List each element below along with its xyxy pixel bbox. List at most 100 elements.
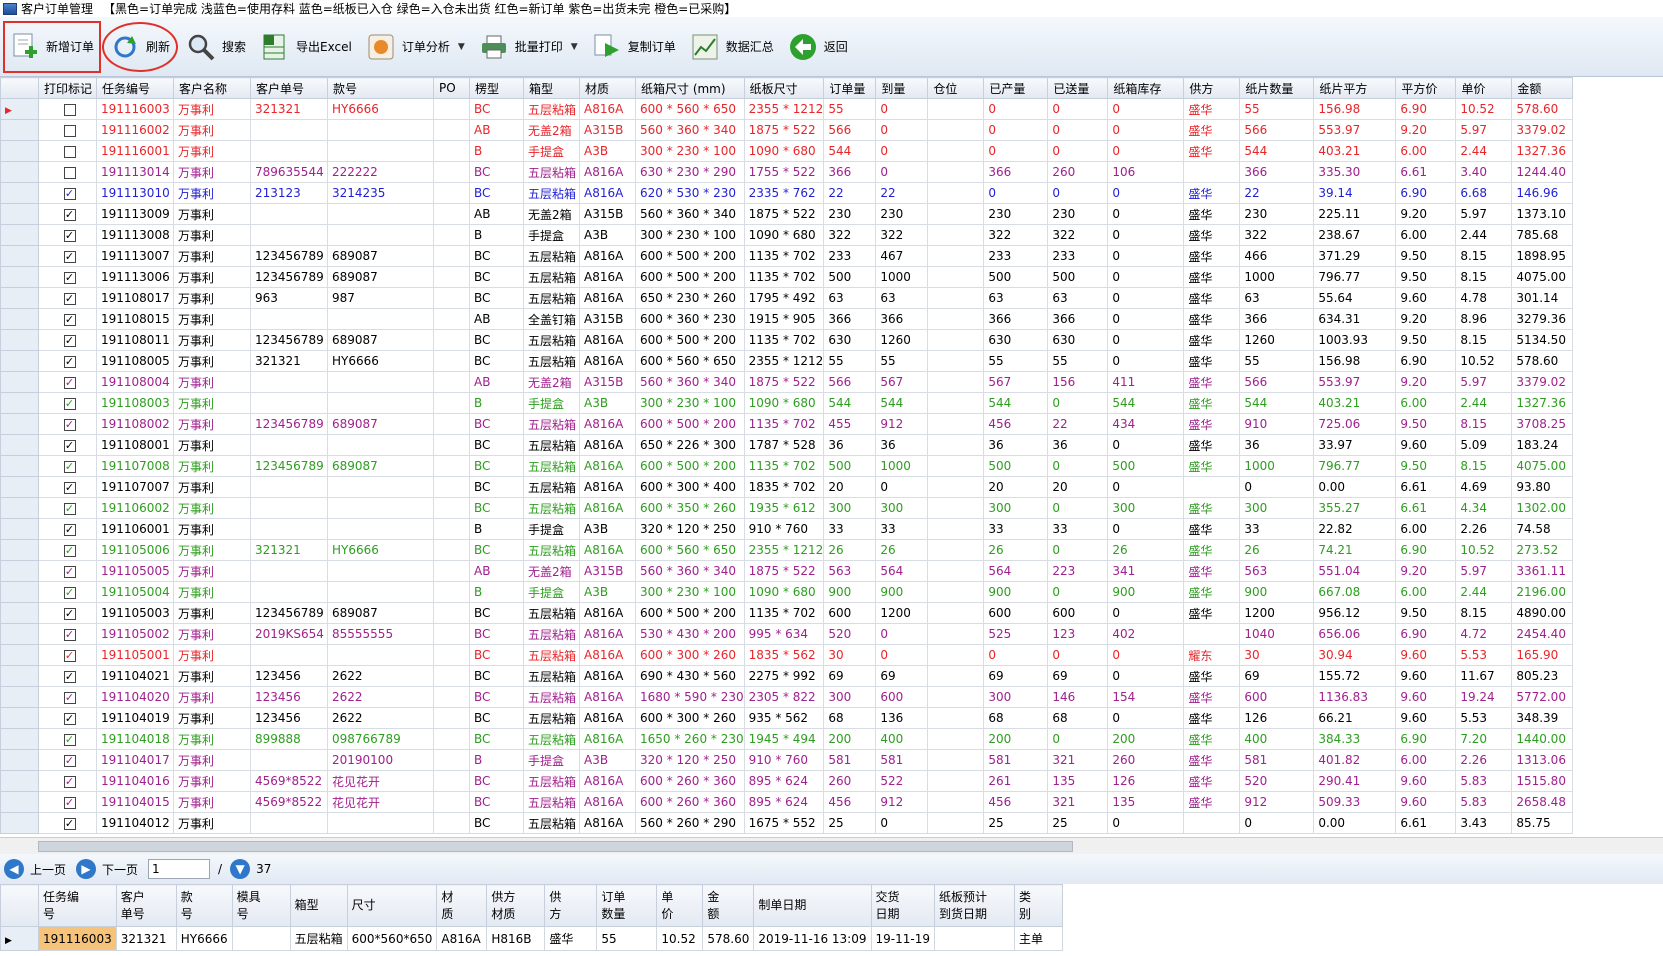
table-row[interactable]: ✓ 191107008 万事利 123456789 689087 BC 五层粘箱 A816A 6…: [0, 455, 1574, 477]
row-header[interactable]: [0, 350, 39, 372]
row-header[interactable]: [0, 497, 39, 519]
column-header[interactable]: 楞型: [469, 77, 524, 99]
column-header[interactable]: 客户名称: [173, 77, 251, 99]
order-analysis-button[interactable]: 订单分析 ▼: [360, 22, 471, 72]
new-order-button[interactable]: 新增订单: [2, 20, 102, 73]
table-row[interactable]: ✓ 191104021 万事利 123456 2622 BC 五层粘箱 A816A 690 * …: [0, 665, 1574, 687]
checked-checkbox[interactable]: ✓: [63, 796, 76, 809]
page-number-input[interactable]: [148, 859, 211, 879]
checked-checkbox[interactable]: ✓: [63, 481, 76, 494]
detail-column-header[interactable]: 制单日期: [753, 884, 872, 927]
row-header[interactable]: [0, 413, 39, 435]
detail-column-header[interactable]: 供方 材质: [486, 884, 546, 927]
unchecked-checkbox[interactable]: [63, 166, 76, 179]
row-header[interactable]: [0, 224, 39, 246]
checked-checkbox[interactable]: ✓: [63, 397, 76, 410]
checked-checkbox[interactable]: ✓: [63, 691, 76, 704]
row-header[interactable]: [0, 560, 39, 582]
table-row[interactable]: ✓ 191106002 万事利 BC 五层粘箱 A816A 600 * 350 * 260 1…: [0, 497, 1574, 519]
table-row[interactable]: ✓ 191113010 万事利 213123 3214235 BC 五层粘箱 A816A 620…: [0, 182, 1574, 204]
table-row[interactable]: ✓ 191105002 万事利 2019KS654 85555555 BC 五层粘箱 A816…: [0, 623, 1574, 645]
refresh-button[interactable]: 刷新: [102, 21, 179, 72]
checked-checkbox[interactable]: ✓: [63, 649, 76, 662]
table-row[interactable]: ▶ 191116003 万事利 321321 HY6666 BC 五层粘箱 A816A 600 …: [0, 98, 1574, 120]
row-header[interactable]: ▶: [0, 926, 39, 951]
row-header[interactable]: [0, 518, 39, 540]
row-header[interactable]: [0, 434, 39, 456]
detail-row[interactable]: ▶ 191116003 321321 HY6666 五层粘箱 600*560*650 A81…: [0, 926, 1063, 951]
row-header[interactable]: [0, 749, 39, 771]
row-header[interactable]: [0, 476, 39, 498]
column-header[interactable]: 箱型: [523, 77, 580, 99]
copy-order-button[interactable]: 复制订单: [586, 22, 682, 72]
scrollbar-thumb[interactable]: [38, 841, 1073, 852]
row-header[interactable]: [0, 161, 39, 183]
column-header[interactable]: PO: [433, 77, 470, 99]
row-header[interactable]: [0, 539, 39, 561]
table-row[interactable]: ✓ 191108011 万事利 123456789 689087 BC 五层粘箱 A816A 6…: [0, 329, 1574, 351]
checked-checkbox[interactable]: ✓: [63, 439, 76, 452]
detail-column-header[interactable]: 类别: [1013, 884, 1063, 927]
checked-checkbox[interactable]: ✓: [63, 712, 76, 725]
checked-checkbox[interactable]: ✓: [63, 229, 76, 242]
checked-checkbox[interactable]: ✓: [63, 775, 76, 788]
checked-checkbox[interactable]: ✓: [63, 523, 76, 536]
prev-page-button[interactable]: ◀ 上一页: [4, 859, 66, 879]
table-row[interactable]: ✓ 191108005 万事利 321321 HY6666 BC 五层粘箱 A816A 600 …: [0, 350, 1574, 372]
column-header[interactable]: 订单量: [823, 77, 877, 99]
detail-column-header[interactable]: 交货 日期: [870, 884, 935, 927]
detail-column-header[interactable]: 客户 单号: [115, 884, 177, 927]
column-header[interactable]: 金额: [1511, 77, 1574, 99]
batch-print-button[interactable]: 批量打印 ▼: [473, 22, 584, 72]
row-header[interactable]: [0, 308, 39, 330]
checked-checkbox[interactable]: ✓: [63, 355, 76, 368]
row-header[interactable]: [0, 707, 39, 729]
horizontal-scrollbar[interactable]: [0, 837, 1663, 854]
checked-checkbox[interactable]: ✓: [63, 670, 76, 683]
checked-checkbox[interactable]: ✓: [63, 334, 76, 347]
column-header[interactable]: 已送量: [1047, 77, 1109, 99]
detail-column-header[interactable]: 模具号: [231, 884, 291, 927]
row-header[interactable]: [0, 770, 39, 792]
detail-column-header[interactable]: 单价: [656, 884, 704, 927]
checked-checkbox[interactable]: ✓: [63, 502, 76, 515]
row-header[interactable]: [0, 686, 39, 708]
search-button[interactable]: 搜索: [180, 22, 252, 72]
row-header[interactable]: [0, 203, 39, 225]
checked-checkbox[interactable]: ✓: [63, 250, 76, 263]
row-header[interactable]: [0, 329, 39, 351]
row-header[interactable]: [0, 182, 39, 204]
table-row[interactable]: ✓ 191108003 万事利 B 手提盒 A3B 300 * 230 * 100 1090 …: [0, 392, 1574, 414]
row-header[interactable]: [0, 812, 39, 834]
row-header[interactable]: [0, 119, 39, 141]
column-header[interactable]: 到量: [875, 77, 929, 99]
detail-column-header[interactable]: 纸板预计 到货日期: [933, 884, 1015, 927]
detail-column-header[interactable]: 材质: [436, 884, 488, 927]
checked-checkbox[interactable]: ✓: [63, 565, 76, 578]
row-header[interactable]: [0, 392, 39, 414]
column-header[interactable]: 款号: [327, 77, 434, 99]
checked-checkbox[interactable]: ✓: [63, 817, 76, 830]
table-row[interactable]: ✓ 191104019 万事利 123456 2622 BC 五层粘箱 A816A 600 * …: [0, 707, 1574, 729]
column-header[interactable]: 纸箱库存: [1107, 77, 1185, 99]
checked-checkbox[interactable]: ✓: [63, 418, 76, 431]
checked-checkbox[interactable]: ✓: [63, 376, 76, 389]
column-header[interactable]: 仓位: [927, 77, 985, 99]
checked-checkbox[interactable]: ✓: [63, 628, 76, 641]
unchecked-checkbox[interactable]: [63, 145, 76, 158]
row-header[interactable]: [0, 623, 39, 645]
checked-checkbox[interactable]: ✓: [63, 460, 76, 473]
table-row[interactable]: ✓ 191108004 万事利 AB 无盖2箱 A315B 560 * 360 * 340 1…: [0, 371, 1574, 393]
column-header[interactable]: 纸片数量: [1239, 77, 1315, 99]
back-button[interactable]: 返回: [782, 22, 854, 72]
table-row[interactable]: ✓ 191107007 万事利 BC 五层粘箱 A816A 600 * 300 * 400 1…: [0, 476, 1574, 498]
column-header[interactable]: 打印标记: [38, 77, 97, 99]
table-row[interactable]: ✓ 191108002 万事利 123456789 689087 BC 五层粘箱 A816A 6…: [0, 413, 1574, 435]
table-row[interactable]: ✓ 191104018 万事利 899888 098766789 BC 五层粘箱 A816A 1…: [0, 728, 1574, 750]
detail-column-header[interactable]: 供方: [544, 884, 598, 927]
row-header[interactable]: [0, 644, 39, 666]
export-excel-button[interactable]: 导出Excel: [254, 22, 358, 72]
table-row[interactable]: ✓ 191113009 万事利 AB 无盖2箱 A315B 560 * 360 * 340 1…: [0, 203, 1574, 225]
row-header[interactable]: [0, 455, 39, 477]
table-row[interactable]: ✓ 191105001 万事利 BC 五层粘箱 A816A 600 * 300 * 260 1…: [0, 644, 1574, 666]
